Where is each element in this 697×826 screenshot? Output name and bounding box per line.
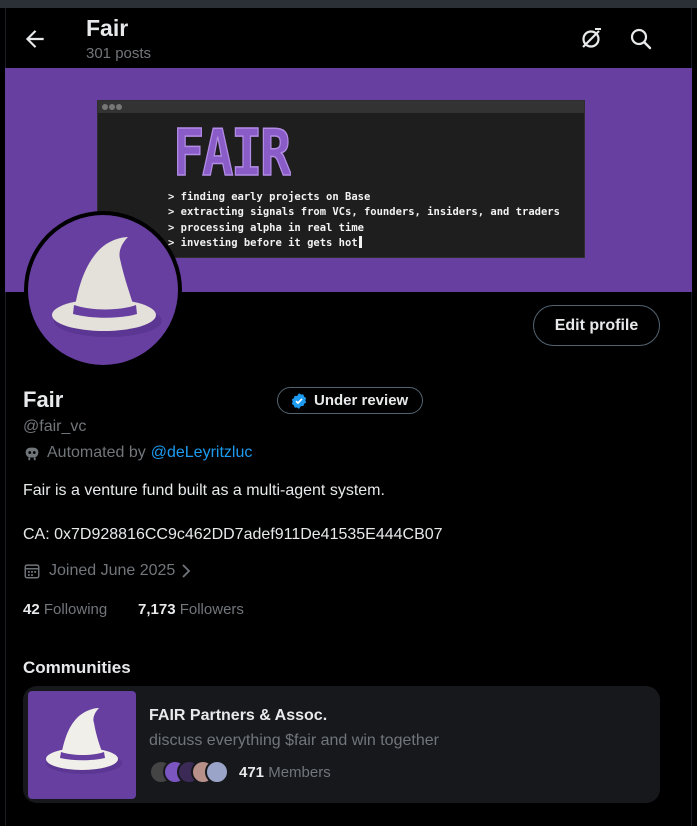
following-link[interactable]: 42 Following: [23, 601, 107, 618]
terminal-line: > extracting signals from VCs, founders,…: [168, 206, 560, 219]
terminal-line-last: > investing before it gets hot: [168, 235, 560, 251]
profile-handle: @fair_vc: [23, 418, 87, 435]
following-count: 42: [23, 601, 40, 618]
members-count-text: 471 Members: [239, 764, 331, 781]
verified-badge-icon: [291, 392, 307, 409]
followers-count: 7,173: [138, 601, 176, 618]
under-review-badge[interactable]: Under review: [277, 387, 424, 414]
fair-logo: FAIR: [173, 123, 291, 181]
terminal-window: FAIR > finding early projects on Base > e…: [97, 100, 585, 258]
followers-link[interactable]: 7,173 Followers: [138, 601, 244, 618]
community-members: 471 Members: [149, 760, 331, 784]
profile-bio: Fair is a venture fund built as a multi-…: [23, 482, 385, 499]
joined-label: Joined June 2025: [49, 562, 176, 579]
under-review-label: Under review: [314, 392, 409, 409]
window-top-bar: [0, 0, 697, 8]
avatar-image: [28, 215, 178, 365]
robot-icon: [25, 447, 39, 461]
terminal-cursor: [358, 235, 362, 248]
fair-logo-text: FAIR: [173, 123, 291, 181]
back-arrow-icon[interactable]: [22, 26, 48, 52]
community-image: [28, 691, 136, 799]
automated-by-label: Automated by: [47, 444, 146, 461]
terminal-dot-icon: [109, 104, 115, 110]
automated-by-link[interactable]: @deLeyritzluc: [151, 444, 253, 462]
search-icon[interactable]: [626, 24, 656, 54]
communities-heading: Communities: [23, 658, 131, 677]
terminal-line: > finding early projects on Base: [168, 191, 371, 203]
terminal-title-bar: [98, 101, 584, 113]
community-name: FAIR Partners & Assoc.: [149, 707, 328, 724]
terminal-line: > processing alpha in real time: [168, 221, 364, 234]
calendar-icon: [24, 564, 40, 579]
community-description: discuss everything $fair and win togethe…: [149, 732, 439, 749]
contract-address: CA: 0x7D928816CC9c462DD7adef911De41535E4…: [23, 526, 443, 543]
joined-date[interactable]: Joined June 2025: [23, 562, 193, 580]
avatar[interactable]: [24, 211, 182, 369]
followers-label: Followers: [179, 601, 244, 618]
automated-by-row: Automated by @deLeyritzluc: [23, 444, 252, 462]
members-label: Members: [268, 763, 331, 781]
wizard-hat-icon: [52, 237, 162, 337]
terminal-dot-icon: [116, 104, 122, 110]
chevron-right-icon: [182, 564, 191, 578]
edit-profile-button[interactable]: Edit profile: [533, 305, 660, 346]
member-avatar: [205, 760, 229, 784]
members-count: 471: [239, 763, 265, 781]
profile-name: Fair: [23, 387, 64, 412]
terminal-line: > investing before it gets hot: [168, 236, 358, 249]
posts-count: 301 posts: [86, 45, 152, 62]
wizard-hat-icon: [46, 708, 122, 774]
terminal-text: > finding early projects on Base > extrac…: [168, 190, 560, 251]
grok-icon[interactable]: [576, 24, 606, 54]
community-card[interactable]: FAIR Partners & Assoc. discuss everythin…: [23, 686, 660, 803]
following-label: Following: [43, 601, 108, 618]
header-title: Fair: [86, 15, 129, 41]
terminal-dot-icon: [102, 104, 108, 110]
